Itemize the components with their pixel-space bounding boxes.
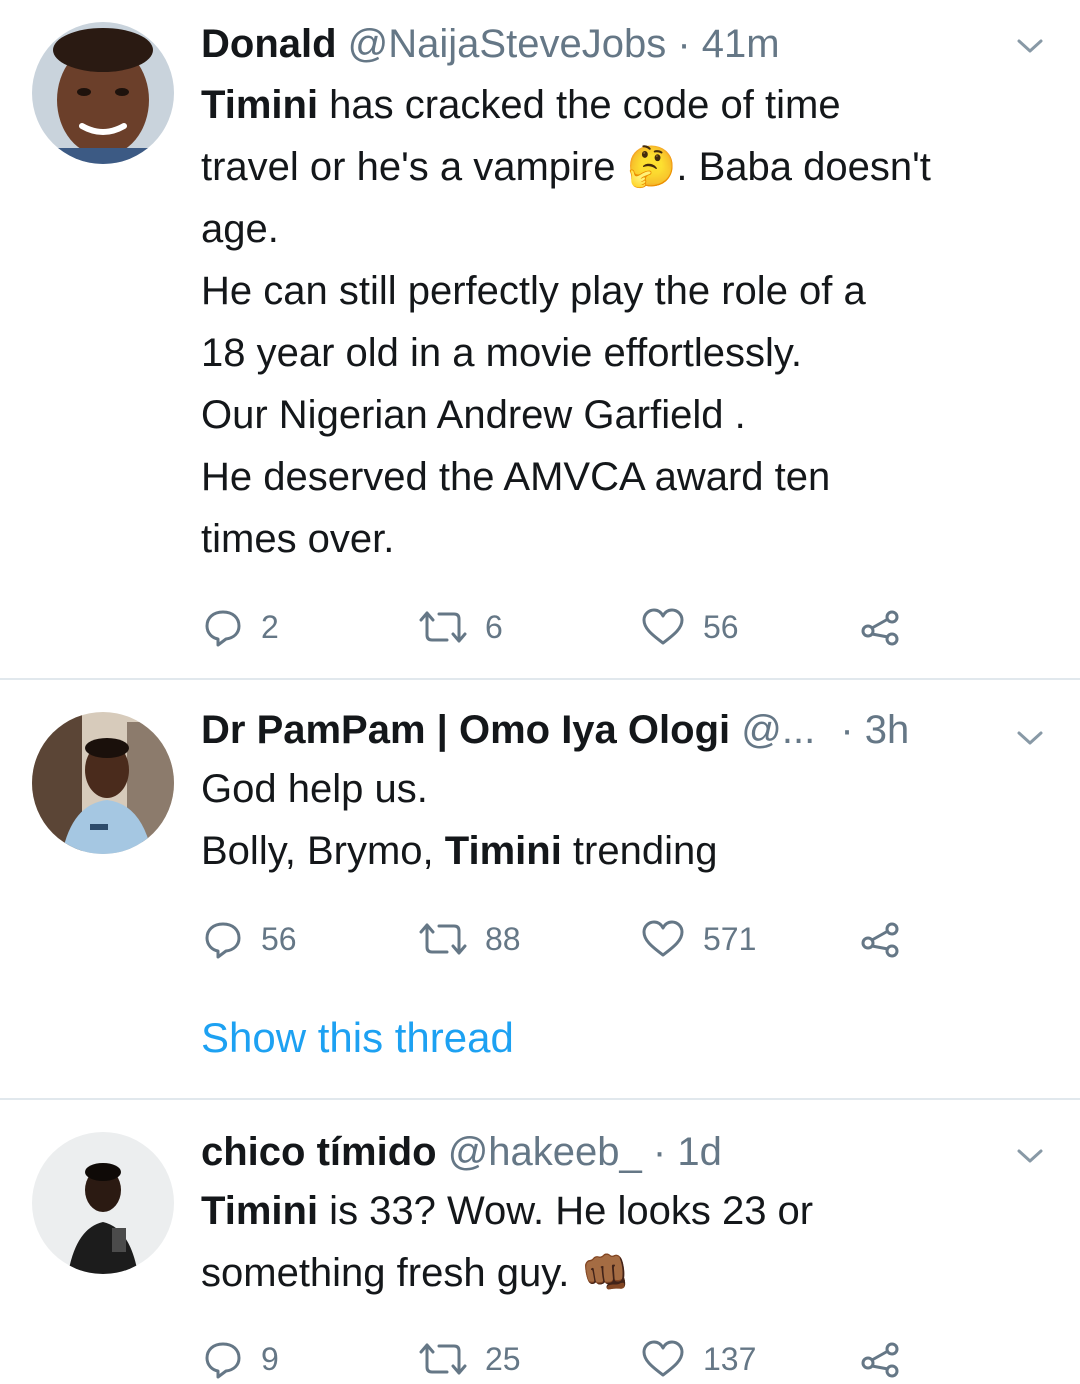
reply-icon bbox=[203, 1339, 243, 1379]
text-line: He can still perfectly play the role of … bbox=[201, 269, 866, 313]
text-line: Bolly, Brymo, Timini trending bbox=[201, 820, 1020, 882]
text-line: God help us. bbox=[201, 767, 428, 811]
text-line: age. bbox=[201, 207, 279, 251]
reply-icon bbox=[203, 919, 243, 959]
text-line: He deserved the AMVCA award ten bbox=[201, 455, 831, 499]
share-button[interactable] bbox=[859, 914, 903, 964]
tweet[interactable]: Dr PamPam | Omo Iya Ologi @... · 3h God … bbox=[0, 680, 1080, 1098]
like-button[interactable]: 137 bbox=[641, 1334, 756, 1384]
separator: · bbox=[677, 22, 691, 66]
text-line: Timini has cracked the code of time bbox=[201, 74, 1020, 136]
retweet-button[interactable]: 6 bbox=[419, 602, 503, 652]
share-icon bbox=[859, 1339, 903, 1379]
text-line: Timini is 33? Wow. He looks 23 or bbox=[201, 1180, 1020, 1242]
avatar[interactable] bbox=[32, 22, 174, 164]
show-thread-link[interactable]: Show this thread bbox=[201, 1014, 514, 1062]
separator: · bbox=[840, 708, 854, 752]
retweet-icon bbox=[419, 607, 467, 647]
text-line: 18 year old in a movie effortlessly. bbox=[201, 331, 803, 375]
reply-count: 9 bbox=[261, 1340, 279, 1377]
author-name[interactable]: Dr PamPam | Omo Iya Ologi bbox=[201, 708, 730, 752]
author-handle[interactable]: @... bbox=[741, 708, 815, 752]
retweet-count: 88 bbox=[485, 920, 521, 957]
hashtag-mention: Timini bbox=[201, 83, 319, 127]
tweet-header: Dr PamPam | Omo Iya Ologi @... · 3h bbox=[201, 706, 1020, 754]
author-name[interactable]: Donald bbox=[201, 22, 337, 66]
tweet-header: chico tímido @hakeeb_ · 1d bbox=[201, 1128, 1020, 1176]
text-fragment: has cracked the code of time bbox=[318, 83, 841, 127]
tweet-text: Timini is 33? Wow. He looks 23 or someth… bbox=[201, 1180, 1020, 1304]
text-line: Our Nigerian Andrew Garfield . bbox=[201, 393, 746, 437]
retweet-count: 25 bbox=[485, 1340, 521, 1377]
author-handle[interactable]: @NaijaSteveJobs bbox=[348, 22, 667, 66]
like-button[interactable]: 56 bbox=[641, 602, 739, 652]
text-line: something fresh guy. 👊🏾 bbox=[201, 1251, 631, 1295]
chevron-down-icon[interactable] bbox=[1016, 728, 1044, 748]
tweet-text: God help us. Bolly, Brymo, Timini trendi… bbox=[201, 758, 1020, 882]
share-button[interactable] bbox=[859, 602, 903, 652]
retweet-icon bbox=[419, 1339, 467, 1379]
author-name[interactable]: chico tímido bbox=[201, 1130, 437, 1174]
tweet[interactable]: chico tímido @hakeeb_ · 1d Timini is 33?… bbox=[0, 1100, 1080, 1380]
like-count: 56 bbox=[703, 608, 739, 645]
text-line: travel or he's a vampire 🤔. Baba doesn't bbox=[201, 145, 931, 189]
timestamp[interactable]: 3h bbox=[865, 708, 910, 752]
tweet[interactable]: Donald @NaijaSteveJobs · 41m Timini has … bbox=[0, 0, 1080, 678]
reply-button[interactable]: 56 bbox=[203, 914, 297, 964]
share-icon bbox=[859, 607, 903, 647]
avatar[interactable] bbox=[32, 1132, 174, 1274]
avatar[interactable] bbox=[32, 712, 174, 854]
reply-count: 56 bbox=[261, 920, 297, 957]
retweet-button[interactable]: 88 bbox=[419, 914, 521, 964]
like-count: 571 bbox=[703, 920, 757, 957]
author-handle[interactable]: @hakeeb_ bbox=[448, 1130, 642, 1174]
retweet-button[interactable]: 25 bbox=[419, 1334, 521, 1384]
like-icon bbox=[641, 919, 685, 959]
timestamp[interactable]: 41m bbox=[702, 22, 780, 66]
timestamp[interactable]: 1d bbox=[677, 1130, 722, 1174]
like-icon bbox=[641, 1339, 685, 1379]
separator: · bbox=[652, 1130, 667, 1174]
tweet-text: Timini has cracked the code of time trav… bbox=[201, 74, 1020, 570]
reply-button[interactable]: 9 bbox=[203, 1334, 279, 1384]
text-fragment: Bolly, Brymo, bbox=[201, 829, 445, 873]
like-count: 137 bbox=[703, 1340, 757, 1377]
text-fragment: is 33? Wow. He looks 23 or bbox=[318, 1189, 814, 1233]
retweet-icon bbox=[419, 919, 467, 959]
like-button[interactable]: 571 bbox=[641, 914, 756, 964]
reply-icon bbox=[203, 607, 243, 647]
text-fragment: trending bbox=[561, 829, 718, 873]
chevron-down-icon[interactable] bbox=[1016, 36, 1044, 56]
chevron-down-icon[interactable] bbox=[1016, 1146, 1044, 1166]
hashtag-mention: Timini bbox=[201, 1189, 319, 1233]
share-button[interactable] bbox=[859, 1334, 903, 1384]
retweet-count: 6 bbox=[485, 608, 503, 645]
like-icon bbox=[641, 607, 685, 647]
reply-count: 2 bbox=[261, 608, 279, 645]
share-icon bbox=[859, 919, 903, 959]
reply-button[interactable]: 2 bbox=[203, 602, 279, 652]
hashtag-mention: Timini bbox=[444, 829, 562, 873]
text-line: times over. bbox=[201, 517, 395, 561]
tweet-header: Donald @NaijaSteveJobs · 41m bbox=[201, 20, 1020, 68]
